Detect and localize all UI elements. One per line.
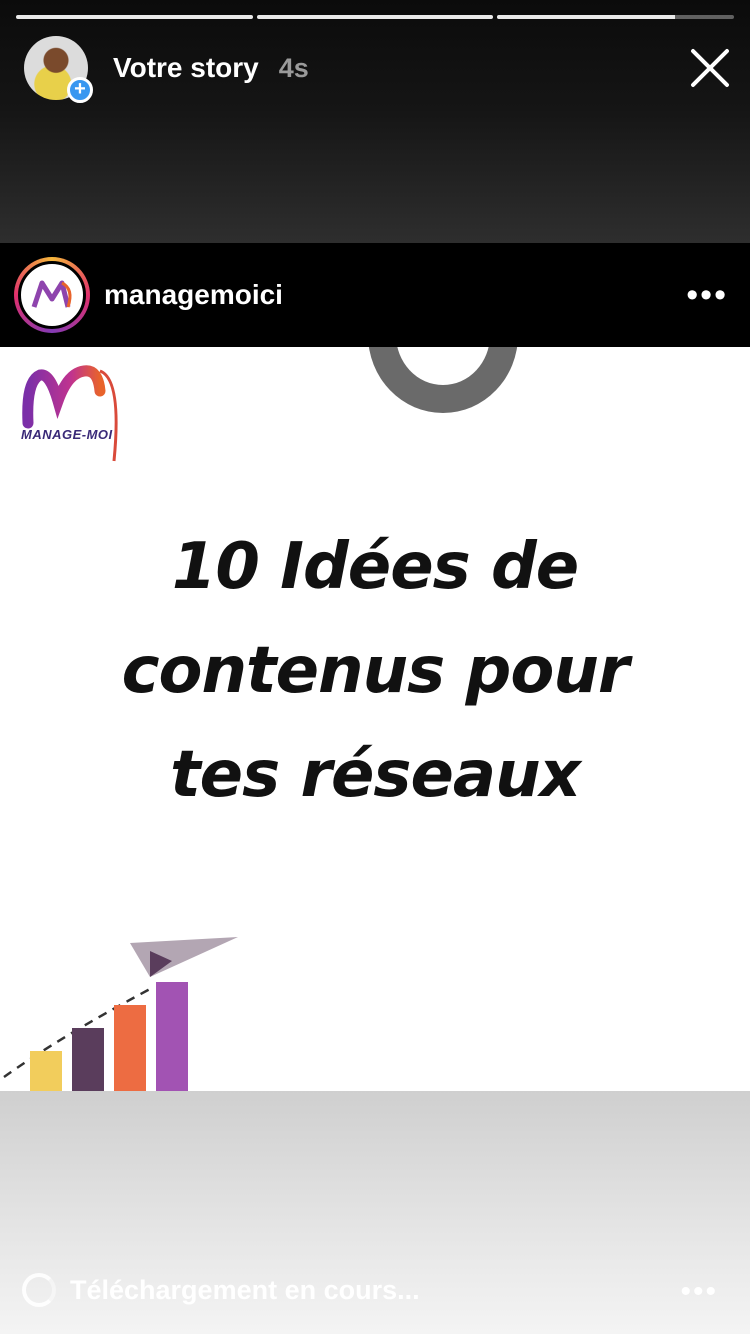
headline-line-2: contenus pour (121, 634, 630, 708)
add-story-icon[interactable]: + (67, 77, 93, 103)
story-title: Votre story (113, 52, 259, 83)
post-author-avatar[interactable] (14, 257, 90, 333)
managemoi-logo-icon (18, 261, 86, 329)
post-image[interactable]: MANAGE-MOI 10 Idées de contenus pour tes… (0, 347, 750, 1091)
progress-segment-3 (497, 15, 735, 19)
bottom-more-icon[interactable]: ••• (680, 1277, 718, 1307)
bar-purple (156, 982, 188, 1091)
more-options-icon[interactable]: ••• (686, 278, 728, 312)
story-header: + Votre story 4s (24, 36, 732, 103)
manage-moi-logo: MANAGE-MOI (18, 361, 128, 471)
story-timestamp: 4s (278, 52, 309, 83)
profile-avatar[interactable]: + (24, 36, 93, 103)
progress-segment-2 (256, 15, 494, 19)
headline-line-1: 10 Idées de (171, 530, 579, 604)
decorative-ring (368, 347, 518, 413)
upload-status: Téléchargement en cours... (22, 1273, 420, 1307)
growth-illustration (3, 937, 238, 1091)
paper-plane-icon (130, 937, 238, 977)
bar-orange (114, 1005, 146, 1091)
story-progress-bars (16, 15, 735, 19)
bar-yellow (30, 1051, 62, 1091)
shared-post-header: managemoici ••• (0, 243, 750, 347)
loading-spinner-icon (22, 1273, 56, 1307)
headline-line-3: tes réseaux (170, 738, 581, 812)
logo-text: MANAGE-MOI (21, 427, 113, 442)
upload-status-text: Téléchargement en cours... (70, 1274, 420, 1305)
post-headline: 10 Idées de contenus pour tes réseaux (0, 515, 750, 827)
post-username[interactable]: managemoici (104, 279, 283, 311)
bar-plum (72, 1028, 104, 1091)
close-icon[interactable] (688, 46, 732, 90)
progress-segment-1 (16, 15, 253, 19)
story-top-area: + Votre story 4s (0, 0, 750, 243)
story-bottom-area: Téléchargement en cours... ••• (0, 1091, 750, 1334)
